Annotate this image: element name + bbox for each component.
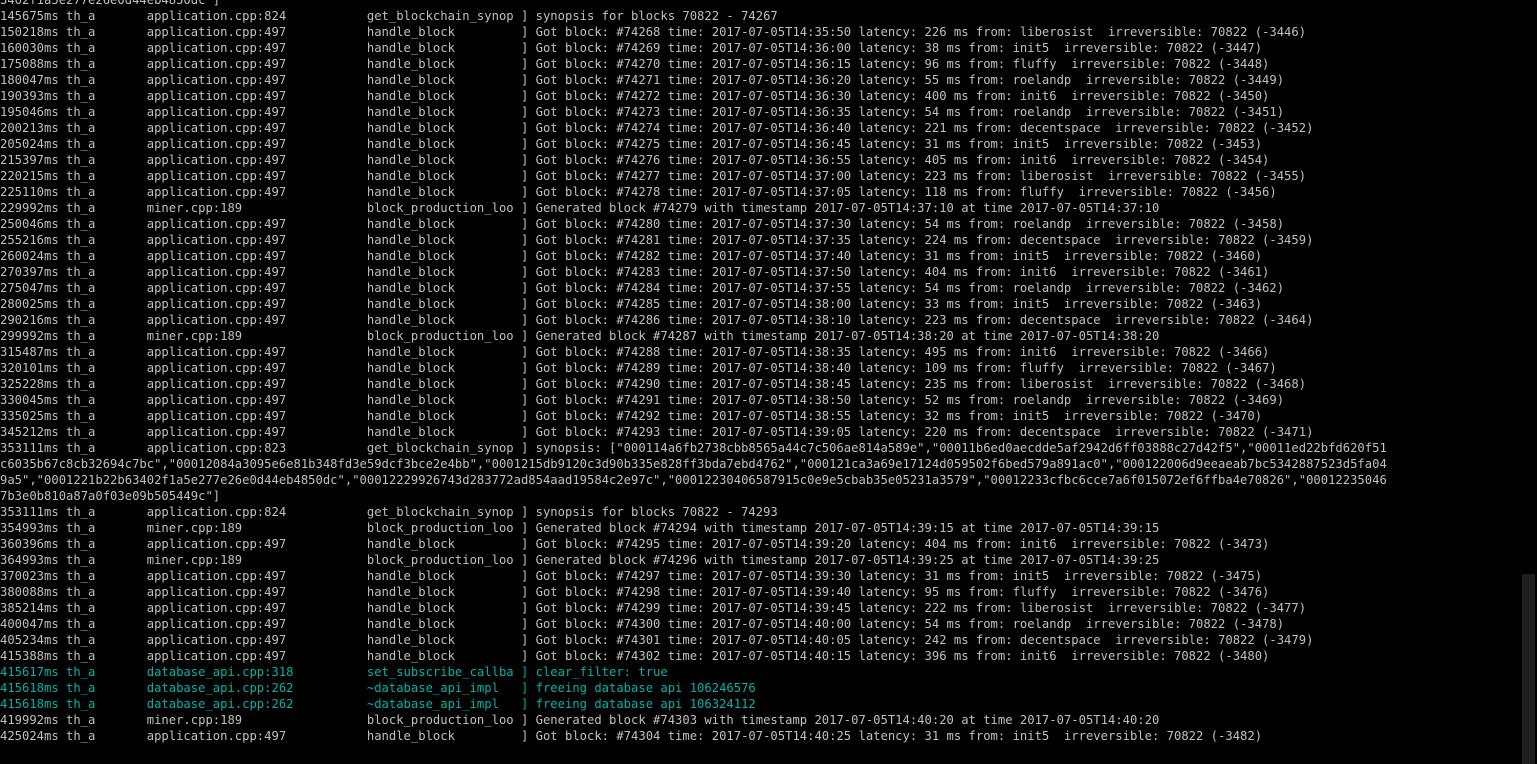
log-line: 360396ms th_a application.cpp:497 handle…: [0, 537, 1270, 551]
log-line: c6035b67c8cb32694c7bc","00012084a3095e6e…: [0, 457, 1387, 471]
scrollbar-thumb[interactable]: [1522, 574, 1535, 764]
log-line: 405234ms th_a application.cpp:497 handle…: [0, 633, 1314, 647]
log-line: 415388ms th_a application.cpp:497 handle…: [0, 649, 1270, 663]
log-line: 190393ms th_a application.cpp:497 handle…: [0, 89, 1270, 103]
log-line: 419992ms th_a miner.cpp:189 block_produc…: [0, 713, 1160, 727]
log-line: 9a5","0001221b22b63402f1a5e277e26e0d44eb…: [0, 473, 1387, 487]
log-line: 364993ms th_a miner.cpp:189 block_produc…: [0, 553, 1160, 567]
terminal-window[interactable]: 3402f1a5e277e26e0d44eb4850dc"] 145675ms t…: [0, 0, 1537, 764]
log-line: 200213ms th_a application.cpp:497 handle…: [0, 121, 1314, 135]
log-line: 415618ms th_a database_api.cpp:262 ~data…: [0, 697, 756, 711]
log-line: 400047ms th_a application.cpp:497 handle…: [0, 617, 1285, 631]
log-line: 415618ms th_a database_api.cpp:262 ~data…: [0, 681, 756, 695]
log-line: 415617ms th_a database_api.cpp:318 set_s…: [0, 665, 668, 679]
log-line: 145675ms th_a application.cpp:824 get_bl…: [0, 9, 778, 23]
log-line: 335025ms th_a application.cpp:497 handle…: [0, 409, 1263, 423]
log-line: 315487ms th_a application.cpp:497 handle…: [0, 345, 1270, 359]
log-line: 215397ms th_a application.cpp:497 handle…: [0, 153, 1270, 167]
log-line: 354993ms th_a miner.cpp:189 block_produc…: [0, 521, 1160, 535]
log-line: 205024ms th_a application.cpp:497 handle…: [0, 137, 1263, 151]
log-line: 175088ms th_a application.cpp:497 handle…: [0, 57, 1270, 71]
log-line: 180047ms th_a application.cpp:497 handle…: [0, 73, 1285, 87]
log-line: 370023ms th_a application.cpp:497 handle…: [0, 569, 1263, 583]
log-line: 425024ms th_a application.cpp:497 handle…: [0, 729, 1263, 743]
log-line: 255216ms th_a application.cpp:497 handle…: [0, 233, 1314, 247]
log-line: 320101ms th_a application.cpp:497 handle…: [0, 361, 1277, 375]
log-line: 260024ms th_a application.cpp:497 handle…: [0, 249, 1263, 263]
terminal-output: 3402f1a5e277e26e0d44eb4850dc"] 145675ms t…: [0, 0, 1518, 744]
log-line: 225110ms th_a application.cpp:497 handle…: [0, 185, 1277, 199]
log-line: 150218ms th_a application.cpp:497 handle…: [0, 25, 1307, 39]
log-line: 275047ms th_a application.cpp:497 handle…: [0, 281, 1285, 295]
log-line: 7b3e0b810a87a0f03e09b505449c"]: [0, 489, 221, 503]
log-line: 353111ms th_a application.cpp:824 get_bl…: [0, 505, 778, 519]
log-line: 380088ms th_a application.cpp:497 handle…: [0, 585, 1270, 599]
log-line: 270397ms th_a application.cpp:497 handle…: [0, 265, 1270, 279]
log-line: 345212ms th_a application.cpp:497 handle…: [0, 425, 1314, 439]
log-line: 3402f1a5e277e26e0d44eb4850dc"]: [0, 0, 221, 7]
log-line: 195046ms th_a application.cpp:497 handle…: [0, 105, 1285, 119]
log-line: 385214ms th_a application.cpp:497 handle…: [0, 601, 1307, 615]
log-line: 325228ms th_a application.cpp:497 handle…: [0, 377, 1307, 391]
log-line: 280025ms th_a application.cpp:497 handle…: [0, 297, 1263, 311]
log-line: 160030ms th_a application.cpp:497 handle…: [0, 41, 1263, 55]
scrollbar[interactable]: [1520, 0, 1537, 764]
log-line: 353111ms th_a application.cpp:823 get_bl…: [0, 441, 1387, 455]
log-line: 290216ms th_a application.cpp:497 handle…: [0, 313, 1314, 327]
log-line: 229992ms th_a miner.cpp:189 block_produc…: [0, 201, 1160, 215]
log-line: 330045ms th_a application.cpp:497 handle…: [0, 393, 1285, 407]
log-line: 220215ms th_a application.cpp:497 handle…: [0, 169, 1307, 183]
log-line: 250046ms th_a application.cpp:497 handle…: [0, 217, 1285, 231]
log-line: 299992ms th_a miner.cpp:189 block_produc…: [0, 329, 1160, 343]
